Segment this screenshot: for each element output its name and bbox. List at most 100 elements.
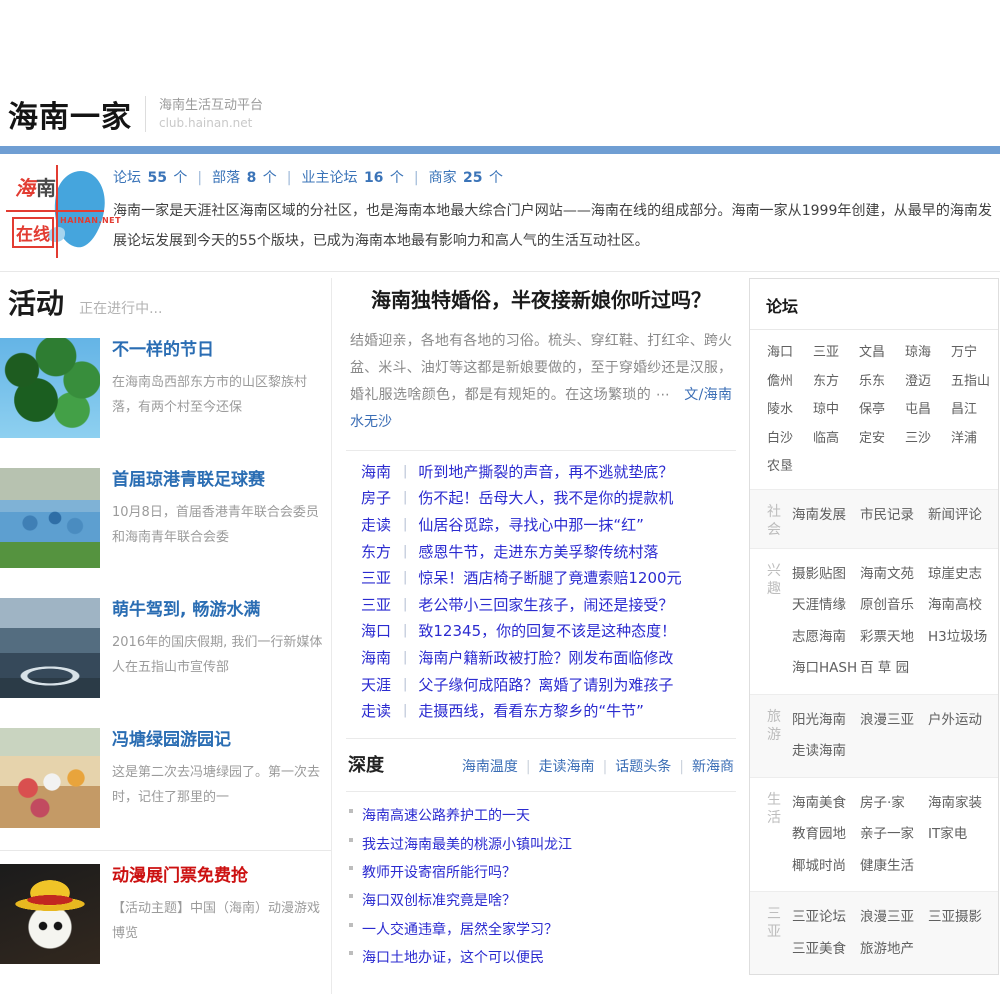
news-category-link[interactable]: 房子 xyxy=(361,487,403,508)
forum-link[interactable]: 百 草 园 xyxy=(860,653,928,685)
forum-city-link[interactable]: 保亭 xyxy=(859,396,905,425)
news-category-link[interactable]: 海口 xyxy=(361,620,403,641)
forum-link[interactable]: 房子·家 xyxy=(860,788,928,820)
forum-link[interactable]: 天涯情缘 xyxy=(792,590,860,622)
forum-city-link[interactable]: 洋浦 xyxy=(951,425,997,454)
stat-forums[interactable]: 论坛 55 个 xyxy=(113,170,187,186)
forum-link[interactable]: 浪漫三亚 xyxy=(860,705,928,737)
forum-city-link[interactable]: 儋州 xyxy=(767,368,813,397)
forum-link[interactable]: 户外运动 xyxy=(928,705,996,737)
forum-city-link[interactable]: 海口 xyxy=(767,339,813,368)
news-category-link[interactable]: 走读 xyxy=(361,514,403,535)
depth-title-link[interactable]: 海口双创标准究竟是啥？ xyxy=(362,890,516,910)
tab-zoudu-hainan[interactable]: 走读海南 xyxy=(539,759,595,775)
forum-link[interactable]: IT家电 xyxy=(928,819,996,851)
forum-city-link[interactable]: 琼中 xyxy=(813,396,859,425)
forum-city-link[interactable]: 定安 xyxy=(859,425,905,454)
news-title-link[interactable]: 致12345，你的回复不该是这种态度！ xyxy=(418,620,676,641)
forum-city-link[interactable]: 屯昌 xyxy=(905,396,951,425)
news-category-link[interactable]: 海南 xyxy=(361,461,403,482)
activity-thumbnail[interactable] xyxy=(0,864,100,964)
forum-link[interactable]: 阳光海南 xyxy=(792,705,860,737)
depth-title-link[interactable]: 一人交通违章，居然全家学习？ xyxy=(362,919,558,939)
activity-thumbnail[interactable] xyxy=(0,338,100,438)
activity-thumbnail[interactable] xyxy=(0,468,100,568)
forum-link[interactable]: 浪漫三亚 xyxy=(860,902,928,934)
site-logo[interactable]: 海南一家 xyxy=(8,92,132,136)
activity-title-link[interactable]: 动漫展门票免费抢 xyxy=(112,866,330,887)
forum-link[interactable]: 市民记录 xyxy=(860,500,928,539)
news-category-link[interactable]: 走读 xyxy=(361,700,403,721)
stat-tribes[interactable]: 部落 8 个 xyxy=(212,170,277,186)
forum-city-link[interactable]: 五指山 xyxy=(951,368,997,397)
forum-link[interactable]: 彩票天地 xyxy=(860,622,928,654)
forum-city-link[interactable]: 万宁 xyxy=(951,339,997,368)
depth-title-link[interactable]: 我去过海南最美的桃源小镇叫龙江 xyxy=(362,834,572,854)
forum-link[interactable]: 海南美食 xyxy=(792,788,860,820)
tab-xin-haishang[interactable]: 新海商 xyxy=(692,759,734,775)
forum-link[interactable]: 走读海南 xyxy=(792,736,860,768)
forum-link[interactable]: 海南高校 xyxy=(928,590,996,622)
activity-title-link[interactable]: 萌牛驾到, 畅游水满 xyxy=(112,600,330,621)
news-title-link[interactable]: 惊呆！酒店椅子断腿了竟遭索赔1200元 xyxy=(418,567,681,588)
forum-link[interactable]: 新闻评论 xyxy=(928,500,996,539)
news-title-link[interactable]: 海南户籍新政被打脸？刚发布面临修改 xyxy=(418,647,673,668)
forum-link[interactable]: 亲子一家 xyxy=(860,819,928,851)
news-title-link[interactable]: 感恩牛节，走进东方美孚黎传统村落 xyxy=(418,541,658,562)
activity-title-link[interactable]: 冯塘绿园游园记 xyxy=(112,730,330,751)
forum-link[interactable]: 志愿海南 xyxy=(792,622,860,654)
forum-city-link[interactable]: 乐东 xyxy=(859,368,905,397)
forum-city-link[interactable]: 白沙 xyxy=(767,425,813,454)
news-category-link[interactable]: 东方 xyxy=(361,541,403,562)
activity-thumbnail[interactable] xyxy=(0,728,100,828)
news-category-link[interactable]: 海南 xyxy=(361,647,403,668)
forum-link[interactable]: 摄影贴图 xyxy=(792,559,860,591)
forum-link[interactable]: 教育园地 xyxy=(792,819,860,851)
forum-link[interactable]: 海南家装 xyxy=(928,788,996,820)
forum-city-link[interactable]: 澄迈 xyxy=(905,368,951,397)
news-title-link[interactable]: 老公带小三回家生孩子，闹还是接受？ xyxy=(418,594,673,615)
forum-link[interactable]: 琼崖史志 xyxy=(928,559,996,591)
forum-city-link[interactable]: 三亚 xyxy=(813,339,859,368)
activity-title-link[interactable]: 不一样的节日 xyxy=(112,340,330,361)
forum-link[interactable]: 健康生活 xyxy=(860,851,928,883)
forum-city-link[interactable]: 陵水 xyxy=(767,396,813,425)
forum-city-link[interactable]: 昌江 xyxy=(951,396,997,425)
divider xyxy=(403,677,407,692)
forum-link[interactable]: 椰城时尚 xyxy=(792,851,860,883)
forum-city-link[interactable]: 农垦 xyxy=(767,453,813,482)
news-title-link[interactable]: 听到地产撕裂的声音，再不逃就垫底？ xyxy=(418,461,673,482)
depth-title-link[interactable]: 海口土地办证，这个可以便民 xyxy=(362,947,544,967)
activity-thumbnail[interactable] xyxy=(0,598,100,698)
activity-title-link[interactable]: 首届琼港青联足球赛 xyxy=(112,470,330,491)
forum-link[interactable]: H3垃圾场 xyxy=(928,622,996,654)
news-title-link[interactable]: 仙居谷觅踪，寻找心中那一抹“红” xyxy=(418,514,644,535)
news-category-link[interactable]: 天涯 xyxy=(361,674,403,695)
forum-link[interactable]: 海南文苑 xyxy=(860,559,928,591)
tab-hainan-wendu[interactable]: 海南温度 xyxy=(462,759,518,775)
news-category-link[interactable]: 三亚 xyxy=(361,567,403,588)
depth-title-link[interactable]: 海南高速公路养护工的一天 xyxy=(362,805,530,825)
news-title-link[interactable]: 走摄西线，看看东方黎乡的“牛节” xyxy=(418,700,644,721)
forum-city-link[interactable]: 东方 xyxy=(813,368,859,397)
forum-city-link[interactable]: 文昌 xyxy=(859,339,905,368)
stat-merchants[interactable]: 商家 25 个 xyxy=(429,170,503,186)
news-title-link[interactable]: 伤不起！岳母大人，我不是你的提款机 xyxy=(418,487,673,508)
news-category-link[interactable]: 三亚 xyxy=(361,594,403,615)
feature-article-title[interactable]: 海南独特婚俗，半夜接新娘你听过吗？ xyxy=(346,284,736,313)
forum-city-link[interactable]: 临高 xyxy=(813,425,859,454)
hainan-online-logo[interactable]: 海 南 在线 HAINAN.NET xyxy=(6,165,121,258)
forum-link[interactable]: 三亚摄影 xyxy=(928,902,996,934)
forum-link[interactable]: 原创音乐 xyxy=(860,590,928,622)
forum-city-link[interactable]: 三沙 xyxy=(905,425,951,454)
depth-title-link[interactable]: 教师开设寄宿所能行吗？ xyxy=(362,862,516,882)
forum-link[interactable]: 三亚美食 xyxy=(792,934,860,966)
tab-huati-toutiao[interactable]: 话题头条 xyxy=(615,759,671,775)
news-title-link[interactable]: 父子缘何成陌路？离婚了请别为难孩子 xyxy=(418,674,673,695)
forum-link[interactable]: 旅游地产 xyxy=(860,934,928,966)
forum-link[interactable]: 海口HASH xyxy=(792,653,860,685)
forum-link[interactable]: 三亚论坛 xyxy=(792,902,860,934)
stat-owner-forums[interactable]: 业主论坛 16 个 xyxy=(301,170,403,186)
forum-link[interactable]: 海南发展 xyxy=(792,500,860,539)
forum-city-link[interactable]: 琼海 xyxy=(905,339,951,368)
